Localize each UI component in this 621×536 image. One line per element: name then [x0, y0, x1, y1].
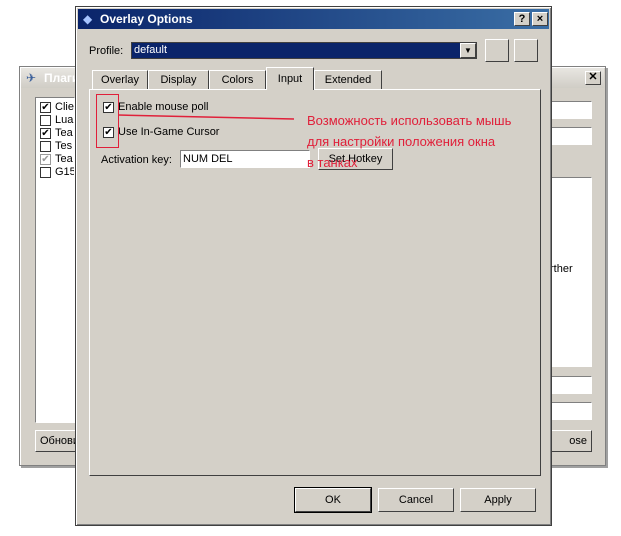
remove-profile-button[interactable] — [514, 39, 538, 62]
bg-description-text: rther — [550, 263, 573, 275]
plugin-checkbox[interactable] — [40, 114, 51, 126]
tab-display[interactable]: Display — [148, 70, 209, 89]
dialog-title: Overlay Options — [100, 12, 193, 26]
plugin-checkbox[interactable]: ✔ — [40, 127, 51, 139]
activation-key-field[interactable]: NUM DEL — [180, 150, 310, 168]
plugins-icon: ✈ — [26, 71, 37, 85]
annotation-line-2: для настройки положения окна — [307, 134, 496, 149]
annotation-text: Возможность использовать мышь для настро… — [307, 110, 557, 173]
profile-label: Profile: — [89, 45, 124, 57]
tab-input[interactable]: Input — [266, 67, 314, 90]
ok-button[interactable]: OK — [294, 487, 372, 513]
chevron-down-icon[interactable]: ▼ — [460, 43, 476, 58]
annotation-line-1: Возможность использовать мышь — [307, 113, 512, 128]
use-ingame-cursor-label: Use In-Game Cursor — [118, 126, 220, 138]
annotation-highlight-box — [96, 94, 119, 148]
activation-key-label: Activation key: — [101, 154, 172, 166]
plugin-item[interactable]: Tes — [40, 140, 74, 153]
plugin-checkbox[interactable]: ✔ — [40, 101, 51, 113]
overlay-icon: ◆ — [83, 12, 93, 26]
profile-value: default — [134, 44, 168, 56]
tab-overlay[interactable]: Overlay — [92, 70, 148, 89]
apply-button[interactable]: Apply — [460, 488, 536, 512]
annotation-line — [118, 114, 294, 120]
plugin-item[interactable]: G15 — [40, 166, 74, 179]
plugin-checkbox[interactable] — [40, 166, 51, 178]
use-ingame-cursor-checkbox[interactable]: ✔ Use In-Game Cursor — [103, 125, 219, 139]
overlay-options-dialog: ◆ Overlay Options ? × Profile: default ▼… — [75, 6, 552, 526]
add-profile-button[interactable] — [485, 39, 509, 62]
plugin-list[interactable]: ✔ Clie Lua ✔ Tea Tes ✔ Tea G15 — [35, 97, 75, 423]
background-close-button[interactable]: ✕ — [585, 71, 601, 85]
plugin-checkbox[interactable] — [40, 140, 51, 152]
annotation-line-3: в танках — [307, 155, 358, 170]
plugin-item[interactable]: Lua — [40, 114, 74, 127]
background-window-title: Плаги — [44, 71, 80, 85]
bg-field[interactable] — [550, 376, 592, 394]
plugin-item[interactable]: ✔ Tea — [40, 127, 74, 140]
plugin-item[interactable]: ✔ Clie — [40, 101, 74, 114]
profile-select[interactable]: default — [131, 42, 477, 59]
bg-field[interactable] — [550, 402, 592, 420]
tab-extended[interactable]: Extended — [314, 70, 382, 89]
close-button[interactable]: × — [532, 12, 548, 26]
plugin-item[interactable]: ✔ Tea — [40, 153, 74, 166]
plugin-checkbox: ✔ — [40, 153, 51, 165]
help-button[interactable]: ? — [514, 12, 530, 26]
cancel-button[interactable]: Cancel — [378, 488, 454, 512]
dialog-titlebar[interactable]: ◆ Overlay Options ? × — [78, 9, 549, 29]
tab-colors[interactable]: Colors — [209, 70, 266, 89]
